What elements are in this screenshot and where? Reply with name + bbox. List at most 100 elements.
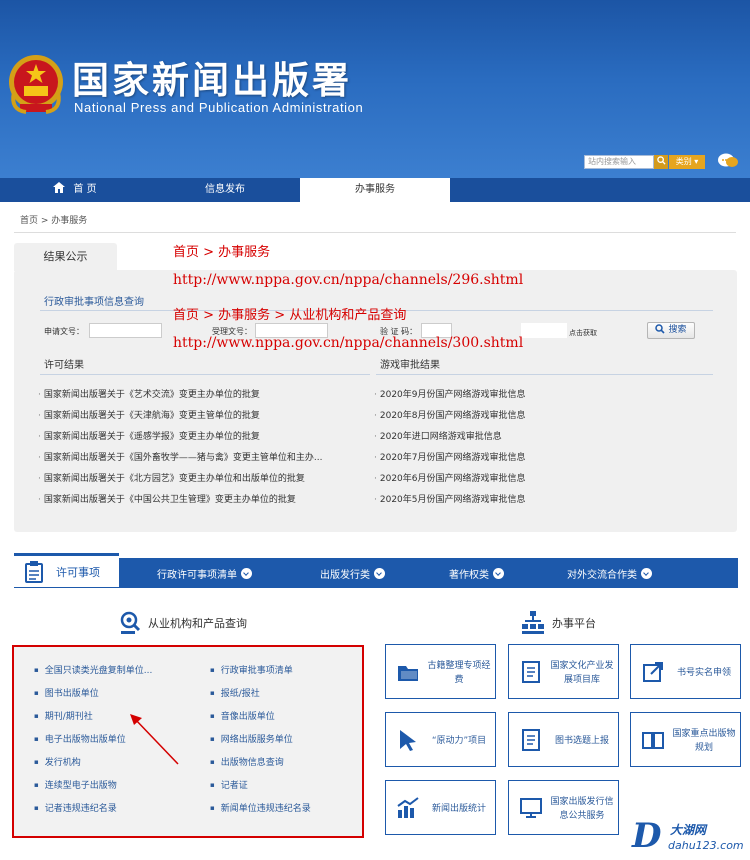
nav-item-service[interactable]: 办事服务 — [300, 178, 450, 202]
category-copyright[interactable]: 著作权类 — [449, 566, 504, 581]
service-card[interactable]: 国家出版发行信息公共服务 — [508, 780, 619, 835]
annotation-url-2: http://www.nppa.gov.cn/nppa/channels/300… — [173, 335, 524, 351]
chevron-down-icon — [493, 568, 504, 579]
annotation-path-1: 首页 > 办事服务 — [173, 245, 271, 260]
query-item[interactable]: 记者违规违纪名录 — [34, 801, 117, 814]
query-section-title: 从业机构和产品查询 — [148, 617, 247, 630]
query-item[interactable]: 记者证 — [210, 778, 248, 791]
tab-license-matters[interactable]: 许可事项 — [14, 553, 119, 587]
query-item[interactable]: 出版物信息查询 — [210, 755, 284, 768]
service-card[interactable]: 国家重点出版物规划 — [630, 712, 741, 767]
game-result-divider — [376, 374, 713, 375]
query-item[interactable]: 期刊/期刊社 — [34, 709, 93, 722]
game-result-list: 2020年9月份国产网络游戏审批信息 2020年8月份国产网络游戏审批信息 20… — [374, 389, 704, 515]
chat-icon[interactable] — [717, 152, 739, 170]
search-icon — [655, 324, 666, 334]
site-search-button[interactable] — [654, 155, 668, 169]
home-icon — [53, 182, 66, 193]
game-result-title: 游戏审批结果 — [380, 360, 440, 371]
license-item[interactable]: 国家新闻出版署关于《国外畜牧学——猪与禽》变更主管单位和主办... — [38, 452, 358, 473]
search-person-icon — [120, 611, 141, 634]
game-item[interactable]: 2020年9月份国产网络游戏审批信息 — [374, 389, 704, 410]
cursor-icon — [400, 730, 416, 751]
search-button-label: 搜索 — [668, 325, 687, 335]
query-item[interactable]: 音像出版单位 — [210, 709, 275, 722]
query-item[interactable]: 全国只读类光盘复制单位... — [34, 663, 153, 676]
license-item[interactable]: 国家新闻出版署关于《遥感学报》变更主办单位的批复 — [38, 431, 358, 452]
query-item[interactable]: 报纸/报社 — [210, 686, 260, 699]
chevron-down-icon — [241, 568, 252, 579]
query-item[interactable]: 电子出版物出版单位 — [34, 732, 126, 745]
verify-code-image[interactable] — [521, 323, 567, 338]
category-label: 对外交流合作类 — [567, 570, 637, 581]
chevron-down-icon — [374, 568, 385, 579]
annotation-path-2: 首页 > 办事服务 > 从业机构和产品查询 — [173, 308, 407, 323]
chevron-down-icon — [641, 568, 652, 579]
annotation-url-1: http://www.nppa.gov.cn/nppa/channels/296… — [173, 272, 524, 288]
query-item[interactable]: 行政审批事项清单 — [210, 663, 293, 676]
chart-icon — [397, 797, 419, 818]
category-license-list[interactable]: 行政许可事项清单 — [157, 566, 252, 581]
license-item[interactable]: 国家新闻出版署关于《北方园艺》变更主办单位和出版单位的批复 — [38, 473, 358, 494]
service-card-label: 国家出版发行信息公共服务 — [550, 796, 614, 821]
annotation-arrow — [130, 714, 179, 765]
service-card-label: 新闻出版统计 — [431, 803, 486, 814]
game-item[interactable]: 2020年8月份国产网络游戏审批信息 — [374, 410, 704, 431]
query-item[interactable]: 网络出版服务单位 — [210, 732, 293, 745]
category-dropdown[interactable]: 类别 ▾ — [669, 155, 705, 169]
license-item[interactable]: 国家新闻出版署关于《中国公共卫生管理》变更主办单位的批复 — [38, 494, 358, 515]
game-item[interactable]: 2020年进口网络游戏审批信息 — [374, 431, 704, 452]
license-item[interactable]: 国家新闻出版署关于《天津航海》变更主管单位的批复 — [38, 410, 358, 431]
license-result-title: 许可结果 — [44, 360, 84, 371]
service-card-label: 书号实名申领 — [676, 667, 731, 678]
service-card-label: 图书选题上报 — [554, 735, 609, 746]
nav-item-info[interactable]: 信息发布 — [150, 178, 300, 202]
category-publishing[interactable]: 出版发行类 — [320, 566, 385, 581]
service-card[interactable]: “原动力”项目 — [385, 712, 496, 767]
breadcrumb[interactable]: 首页 > 办事服务 — [20, 213, 87, 226]
site-subtitle: National Press and Publication Administr… — [74, 100, 364, 115]
query-item[interactable]: 连续型电子出版物 — [34, 778, 117, 791]
service-card-label: “原动力”项目 — [431, 735, 487, 746]
nav-item-home[interactable]: 首 页 — [0, 178, 150, 202]
license-result-list: 国家新闻出版署关于《艺术交流》变更主办单位的批复 国家新闻出版署关于《天津航海》… — [38, 389, 358, 515]
category-label: 行政许可事项清单 — [157, 570, 237, 581]
service-card[interactable]: 古籍整理专项经费 — [385, 644, 496, 699]
game-item[interactable]: 2020年7月份国产网络游戏审批信息 — [374, 452, 704, 473]
service-card[interactable]: 图书选题上报 — [508, 712, 619, 767]
game-item[interactable]: 2020年5月份国产网络游戏审批信息 — [374, 494, 704, 515]
approval-search-button[interactable]: 搜索 — [647, 322, 695, 339]
refresh-code-link[interactable]: 点击获取 — [569, 328, 597, 338]
site-title: 国家新闻出版署 — [72, 58, 352, 102]
service-card-label: 国家文化产业发展项目库 — [550, 660, 614, 685]
category-label: 著作权类 — [449, 570, 489, 581]
watermark-logo: D — [632, 816, 662, 856]
apply-no-input[interactable] — [89, 323, 162, 338]
book-icon — [642, 732, 664, 749]
site-header: 国家新闻出版署 National Press and Publication A… — [0, 0, 750, 178]
tab-result-publicity[interactable]: 结果公示 — [14, 243, 117, 271]
approval-search-title: 行政审批事项信息查询 — [44, 297, 144, 308]
document-icon — [522, 661, 540, 683]
site-search-input[interactable]: 站内搜索输入 — [584, 155, 654, 169]
license-item[interactable]: 国家新闻出版署关于《艺术交流》变更主办单位的批复 — [38, 389, 358, 410]
service-card[interactable]: 国家文化产业发展项目库 — [508, 644, 619, 699]
category-foreign-exchange[interactable]: 对外交流合作类 — [567, 566, 652, 581]
document-icon — [522, 729, 540, 751]
org-chart-icon — [522, 611, 544, 634]
query-item[interactable]: 新闻单位违规违纪名录 — [210, 801, 311, 814]
national-emblem-icon — [9, 55, 63, 114]
breadcrumb-divider — [14, 232, 736, 233]
list-document-icon — [25, 561, 43, 583]
service-card[interactable]: 书号实名申领 — [630, 644, 741, 699]
external-link-icon — [643, 662, 663, 682]
query-item[interactable]: 图书出版单位 — [34, 686, 99, 699]
category-label: 出版发行类 — [320, 570, 370, 581]
game-item[interactable]: 2020年6月份国产网络游戏审批信息 — [374, 473, 704, 494]
watermark-url: dahu123.com — [668, 839, 744, 852]
apply-no-label: 申请文号： — [44, 327, 84, 336]
service-card[interactable]: 新闻出版统计 — [385, 780, 496, 835]
tab-license-label: 许可事项 — [56, 566, 100, 579]
platform-section-title: 办事平台 — [552, 617, 596, 630]
query-item[interactable]: 发行机构 — [34, 755, 81, 768]
